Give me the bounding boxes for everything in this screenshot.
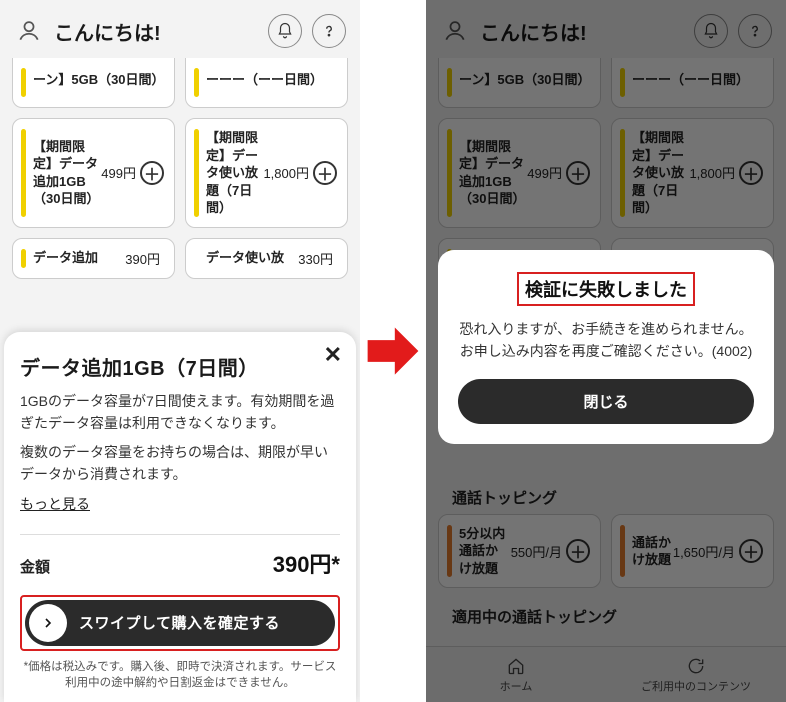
plan-card[interactable]: ーーー（ーー日間） <box>185 58 348 108</box>
error-dialog: 検証に失敗しました 恐れ入りますが、お手続きを進められません。お申し込み内容を再… <box>438 250 774 444</box>
amount-row: 金額 390円* <box>20 547 340 579</box>
transition-arrow <box>360 0 426 702</box>
phone-before: こんにちは! ーン】5GB（30日間） ーーー（ーー日間） <box>0 0 360 702</box>
sheet-fineprint: *価格は税込みです。購入後、即時で決済されます。サービス利用中の途中解約や日割返… <box>20 659 340 692</box>
sheet-description-1: 1GBのデータ容量が7日間使えます。有効期間を過ぎたデータ容量は利用できなくなり… <box>20 391 340 434</box>
swipe-to-confirm[interactable]: スワイプして購入を確定する <box>25 600 335 646</box>
phone-after: こんにちは! ーン】5GB（30日間） ーーー（ーー日間） 【期間限定】データ追… <box>426 0 786 702</box>
error-dialog-body: 恐れ入りますが、お手続きを進められません。お申し込み内容を再度ご確認ください。(… <box>458 318 754 363</box>
plan-card[interactable]: 【期間限定】データ追加1GB（30日間） 499円 ＋ <box>12 118 175 228</box>
see-more-link[interactable]: もっと見る <box>20 494 90 514</box>
bell-icon[interactable] <box>268 14 302 48</box>
add-icon[interactable]: ＋ <box>140 161 164 185</box>
profile-icon[interactable] <box>14 16 44 46</box>
greeting-text: こんにちは! <box>54 17 258 46</box>
error-dialog-title: 検証に失敗しました <box>517 272 695 306</box>
help-icon[interactable] <box>312 14 346 48</box>
data-plan-cards: ーン】5GB（30日間） ーーー（ーー日間） 【期間限定】データ追加1GB（30… <box>0 58 360 279</box>
plan-card[interactable]: データ追加 390円 <box>12 238 175 279</box>
purchase-bottom-sheet: ✕ データ追加1GB（7日間） 1GBのデータ容量が7日間使えます。有効期間を過… <box>4 332 356 702</box>
sheet-description-2: 複数のデータ容量をお持ちの場合は、期限が早いデータから消費されます。 <box>20 442 340 485</box>
chevron-right-icon[interactable] <box>29 604 67 642</box>
sheet-title: データ追加1GB（7日間） <box>20 352 340 381</box>
swipe-highlight-box: スワイプして購入を確定する <box>20 595 340 651</box>
app-header: こんにちは! <box>0 0 360 58</box>
add-icon[interactable]: ＋ <box>313 161 337 185</box>
swipe-label: スワイプして購入を確定する <box>79 612 280 633</box>
close-icon[interactable]: ✕ <box>324 342 342 368</box>
plan-card[interactable]: ーン】5GB（30日間） <box>12 58 175 108</box>
close-button[interactable]: 閉じる <box>458 379 754 424</box>
plan-card[interactable]: 【期間限定】データ使い放題（7日間） 1,800円 ＋ <box>185 118 348 228</box>
plan-card[interactable]: データ使い放 330円 <box>185 238 348 279</box>
amount-label: 金額 <box>20 556 50 577</box>
amount-value: 390円* <box>273 547 340 579</box>
